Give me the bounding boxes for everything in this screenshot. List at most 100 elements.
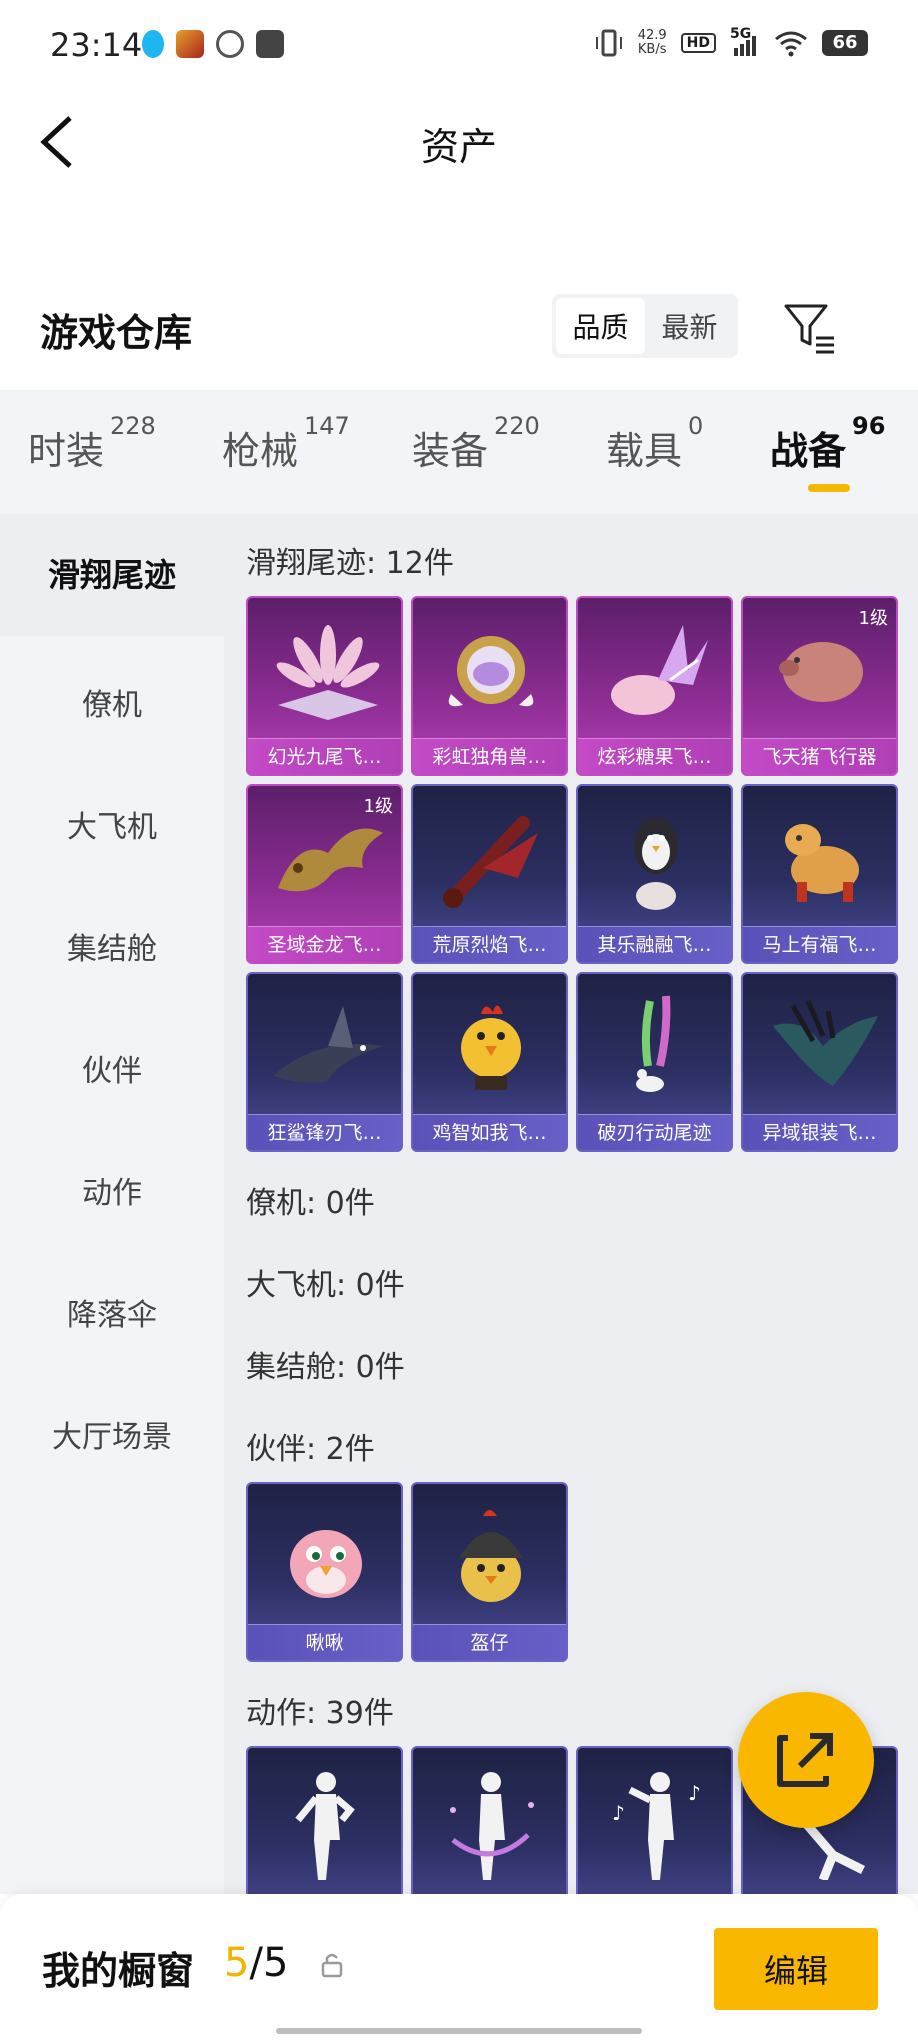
content-panel: 滑翔尾迹: 12件 幻光九尾飞… 彩虹独角兽… 炫彩糖果飞… 1级 飞天猪飞行器… bbox=[224, 514, 918, 1894]
item-name: 荒原烈焰飞… bbox=[413, 926, 566, 962]
lock-icon bbox=[321, 1953, 343, 1978]
tab-vehicles[interactable]: 载具0 bbox=[606, 412, 703, 475]
item-name: 彩虹独角兽… bbox=[413, 738, 566, 774]
penguin-glider-icon bbox=[634, 818, 678, 910]
sidebar: 滑翔尾迹 僚机 大飞机 集结舱 伙伴 动作 降落伞 大厅场景 bbox=[0, 514, 224, 1894]
tab-battle-prep[interactable]: 战备96 bbox=[770, 412, 885, 475]
sidebar-item-lobby-scene[interactable]: 大厅场景 bbox=[0, 1412, 224, 1456]
item-card[interactable]: 鸡智如我飞… bbox=[411, 972, 568, 1152]
speed-unit: KB/s bbox=[637, 42, 667, 57]
item-card[interactable]: 啾啾 bbox=[246, 1482, 403, 1662]
tab-count: 147 bbox=[304, 412, 350, 440]
section-title-glide-trail: 滑翔尾迹: 12件 bbox=[246, 546, 454, 581]
item-name: 鸡智如我飞… bbox=[413, 1114, 566, 1150]
item-card[interactable]: 马上有福飞… bbox=[741, 784, 898, 964]
tab-label: 战备 bbox=[770, 429, 847, 473]
tab-label: 载具 bbox=[606, 429, 683, 473]
sort-quality-option[interactable]: 品质 bbox=[556, 298, 645, 354]
item-name: 炫彩糖果飞… bbox=[578, 738, 731, 774]
emote-figure-icon bbox=[295, 1772, 355, 1880]
item-name: 幻光九尾飞… bbox=[248, 738, 401, 774]
item-name: 其乐融融飞… bbox=[578, 926, 731, 962]
tab-count: 228 bbox=[110, 412, 156, 440]
filter-button[interactable] bbox=[782, 300, 838, 356]
tab-label: 时装 bbox=[28, 429, 105, 473]
item-card[interactable]: 炫彩糖果飞… bbox=[576, 596, 733, 776]
emote-figure-icon bbox=[450, 1772, 534, 1880]
showcase-separator: / bbox=[249, 1940, 263, 1986]
qq-icon bbox=[142, 30, 164, 58]
section-title-wingman: 僚机: 0件 bbox=[246, 1186, 375, 1221]
sidebar-item-big-plane[interactable]: 大飞机 bbox=[0, 802, 224, 846]
item-card[interactable] bbox=[246, 1746, 403, 1894]
item-card[interactable]: 盔仔 bbox=[411, 1482, 568, 1662]
item-card[interactable]: 1级 飞天猪飞行器 bbox=[741, 596, 898, 776]
item-name: 马上有福飞… bbox=[743, 926, 896, 962]
sort-toggle: 品质 最新 bbox=[552, 294, 738, 358]
network-speed: 42.9 KB/s bbox=[638, 29, 667, 57]
page: 23:14 42.9 KB/s HD 5G 66 资产 游戏仓库 品质 最新 时… bbox=[0, 0, 918, 2040]
section-title-emote: 动作: 39件 bbox=[246, 1696, 394, 1731]
tab-firearms[interactable]: 枪械147 bbox=[222, 412, 350, 475]
speed-value: 42.9 bbox=[637, 28, 667, 43]
tab-fashion[interactable]: 时装228 bbox=[28, 412, 156, 475]
signal-indicator: 5G bbox=[730, 26, 760, 58]
share-external-icon bbox=[777, 1733, 833, 1787]
showcase-total: 5 bbox=[262, 1940, 289, 1986]
home-indicator[interactable] bbox=[276, 2028, 642, 2034]
message-app-icon bbox=[256, 30, 284, 58]
nine-tail-glider-icon bbox=[276, 625, 380, 720]
share-fab-button[interactable] bbox=[738, 1692, 874, 1828]
sidebar-item-wingman[interactable]: 僚机 bbox=[0, 680, 224, 724]
item-card[interactable]: 1级 圣域金龙飞… bbox=[246, 784, 403, 964]
wifi-icon bbox=[775, 31, 807, 57]
sidebar-item-parachute[interactable]: 降落伞 bbox=[0, 1290, 224, 1334]
item-card[interactable]: 狂鲨锋刃飞… bbox=[246, 972, 403, 1152]
status-right: 42.9 KB/s HD 5G 66 bbox=[594, 26, 868, 58]
item-card[interactable]: 破刃行动尾迹 bbox=[576, 972, 733, 1152]
item-card[interactable]: 其乐融融飞… bbox=[576, 784, 733, 964]
flame-glider-icon bbox=[443, 816, 538, 908]
category-tabs: 时装228 枪械147 装备220 载具0 战备96 bbox=[0, 390, 918, 514]
item-card[interactable]: 荒原烈焰飞… bbox=[411, 784, 568, 964]
section-title-rally-pod: 集结舱: 0件 bbox=[246, 1350, 405, 1385]
sidebar-item-partner[interactable]: 伙伴 bbox=[0, 1046, 224, 1090]
game-app-icon bbox=[176, 30, 204, 58]
vibrate-icon bbox=[595, 29, 622, 57]
showcase-count: 5/5 bbox=[224, 1940, 288, 1986]
item-name: 破刃行动尾迹 bbox=[578, 1114, 731, 1150]
item-card[interactable]: 幻光九尾飞… bbox=[246, 596, 403, 776]
planet-app-icon bbox=[216, 30, 244, 58]
item-card[interactable]: 异域银装飞… bbox=[741, 972, 898, 1152]
emote-figure-icon: ♪♪ bbox=[612, 1772, 701, 1880]
helmet-chick-partner-icon bbox=[459, 1510, 523, 1602]
shark-glider-icon bbox=[273, 1006, 383, 1083]
sidebar-item-rally-pod[interactable]: 集结舱 bbox=[0, 924, 224, 968]
edit-button[interactable]: 编辑 bbox=[714, 1928, 878, 2010]
item-card[interactable]: 彩虹独角兽… bbox=[411, 596, 568, 776]
item-name: 异域银装飞… bbox=[743, 1114, 896, 1150]
status-bar: 23:14 42.9 KB/s HD 5G 66 bbox=[0, 0, 918, 92]
chicken-glider-icon bbox=[461, 1005, 521, 1090]
item-card[interactable]: ♪ ♪ bbox=[576, 1746, 733, 1894]
showcase-bar: 我的橱窗 5/5 编辑 bbox=[0, 1894, 918, 2040]
tab-equipment[interactable]: 装备220 bbox=[412, 412, 540, 475]
hd-badge: HD bbox=[680, 33, 716, 53]
page-title: 资产 bbox=[420, 125, 497, 169]
battery-indicator: 66 bbox=[822, 30, 868, 56]
sidebar-item-glide-trail[interactable]: 滑翔尾迹 bbox=[0, 514, 224, 636]
item-name: 狂鲨锋刃飞… bbox=[248, 1114, 401, 1150]
sort-newest-option[interactable]: 最新 bbox=[645, 298, 734, 354]
tab-count: 96 bbox=[852, 412, 886, 440]
filter-funnel-icon bbox=[784, 304, 834, 354]
candy-glider-icon bbox=[611, 625, 708, 715]
sidebar-item-emote[interactable]: 动作 bbox=[0, 1168, 224, 1212]
item-card[interactable] bbox=[411, 1746, 568, 1894]
status-time: 23:14 bbox=[50, 26, 143, 64]
item-name: 啾啾 bbox=[248, 1624, 401, 1660]
svg-text:♪: ♪ bbox=[612, 1801, 625, 1825]
section-title-big-plane: 大飞机: 0件 bbox=[246, 1268, 405, 1303]
item-name: 圣域金龙飞… bbox=[248, 926, 401, 962]
tab-label: 枪械 bbox=[222, 429, 299, 473]
golden-dragon-icon bbox=[278, 828, 383, 892]
